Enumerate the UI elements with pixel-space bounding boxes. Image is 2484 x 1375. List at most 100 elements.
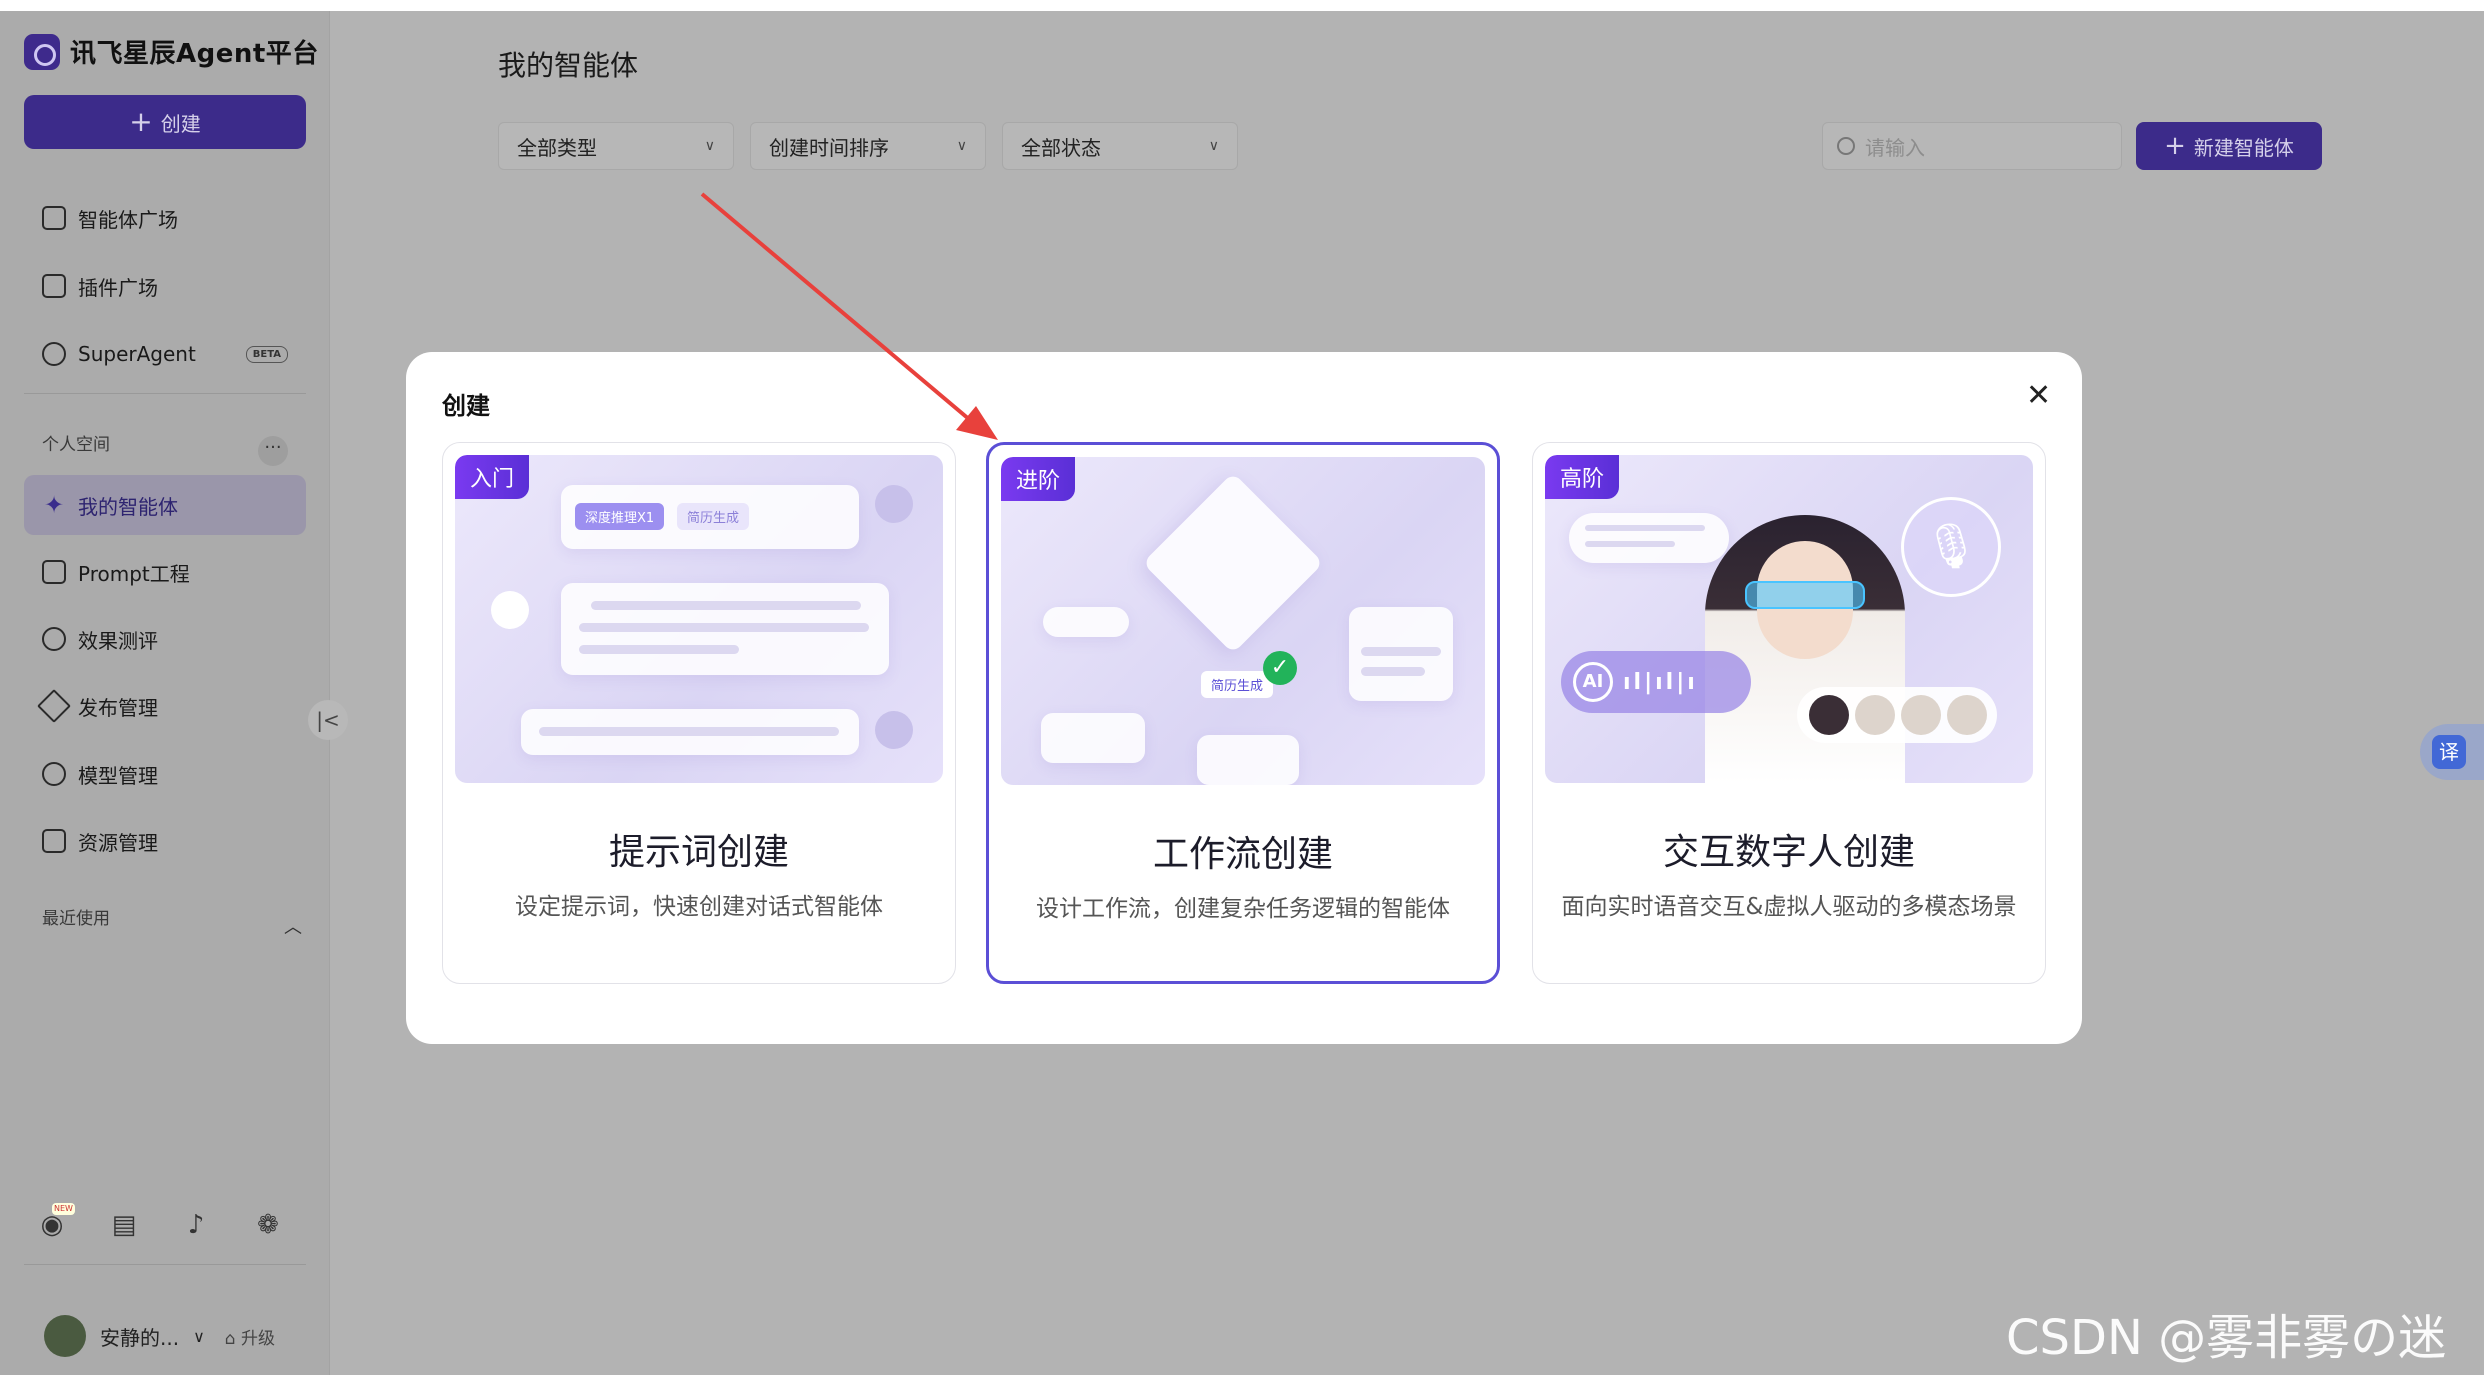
sidebar-item-prompt-engineering[interactable]: Prompt工程 [24, 542, 306, 602]
search-placeholder: 请输入 [1865, 135, 1925, 160]
chevron-down-icon: ∨ [956, 138, 967, 154]
avatar [44, 1315, 86, 1357]
chevron-down-icon: ∨ [1208, 138, 1219, 154]
send-icon [37, 689, 71, 723]
status-filter-value: 全部状态 [1021, 135, 1101, 160]
chip-row: 深度推理X1 简历生成 [561, 485, 859, 549]
card-description: 面向实时语音交互&虚拟人驱动的多模态场景 [1561, 894, 2017, 920]
sidebar-item-publish[interactable]: 发布管理 [24, 676, 306, 736]
sort-filter-select[interactable]: 创建时间排序 ∨ [750, 122, 986, 170]
workflow-create-card[interactable]: 简历生成 ✓ 进阶 工作流创建 设计工作流，创建复杂任务逻辑的智能体 [986, 442, 1500, 984]
new-badge: NEW [52, 1203, 75, 1215]
chevron-down-icon: ∨ [704, 138, 715, 154]
create-modal: 创建 ✕ 深度推理X1 简历生成 入门 提示词创建 设定提示词，快速创建对话式智… [406, 352, 2082, 1044]
browser-top-strip [0, 0, 2484, 11]
output-node [1349, 607, 1453, 701]
user-name: 安静的... [100, 1325, 180, 1350]
modal-title: 创建 [442, 392, 490, 420]
sidebar-item-resource-management[interactable]: 资源管理 [24, 811, 306, 871]
sidebar-item-superagent[interactable]: SuperAgent BETA [24, 324, 306, 384]
type-filter-value: 全部类型 [517, 135, 597, 160]
create-button[interactable]: + 创建 [24, 95, 306, 149]
evaluation-icon [42, 627, 66, 651]
sidebar-item-label: 智能体广场 [78, 207, 178, 232]
sidebar-item-label: SuperAgent [78, 342, 196, 366]
brand[interactable]: 讯飞星辰Agent平台 [24, 33, 319, 70]
card-title: 交互数字人创建 [1662, 832, 1915, 873]
ai-icon: AI [1573, 662, 1613, 702]
digital-human-create-card[interactable]: 🎙 AI ıl|ıl|ı 高阶 交互数字人创建 面向实时语音交互&虚拟人驱动的多… [1532, 442, 2046, 984]
user-profile[interactable]: 安静的... ∨ ⌂ 升级 [44, 1315, 275, 1357]
prompt-icon [42, 560, 66, 584]
model-icon [42, 762, 66, 786]
create-button-label: 创建 [160, 111, 201, 136]
prompt-create-illustration: 深度推理X1 简历生成 入门 [455, 455, 943, 783]
resume-node-label: 简历生成 [1201, 671, 1274, 698]
avatar [1901, 695, 1941, 735]
sidebar-item-label: 我的智能体 [78, 494, 178, 519]
sidebar-item-label: Prompt工程 [78, 561, 190, 586]
check-icon: ✓ [1263, 651, 1297, 685]
sidebar-divider [24, 393, 306, 394]
upgrade-link[interactable]: ⌂ 升级 [225, 1324, 275, 1349]
sparkle-icon: ✦ [43, 491, 65, 519]
status-filter-select[interactable]: 全部状态 ∨ [1002, 122, 1238, 170]
prompt-create-card[interactable]: 深度推理X1 简历生成 入门 提示词创建 设定提示词，快速创建对话式智能体 [442, 442, 956, 984]
bell-icon[interactable]: ♪ [180, 1209, 212, 1241]
watermark: CSDN @雾非雾の迷惘 [2006, 1310, 2447, 1366]
sidebar-item-label: 发布管理 [78, 695, 158, 720]
puzzle-icon [42, 274, 66, 298]
avatars-row [1797, 687, 1997, 743]
sidebar: 讯飞星辰Agent平台 + 创建 智能体广场 插件广场 SuperAgent B… [0, 11, 330, 1375]
new-agent-label: 新建智能体 [2193, 135, 2294, 160]
github-icon[interactable]: ◉ NEW [36, 1203, 75, 1241]
personal-space-label: 个人空间 [42, 435, 110, 455]
chat-bubble [1569, 513, 1729, 563]
sidebar-item-label: 插件广场 [78, 275, 158, 300]
translate-button[interactable]: 译 [2420, 724, 2484, 780]
sidebar-item-evaluation[interactable]: 效果测评 [24, 609, 306, 669]
sidebar-bottom-icons: ◉ NEW ▤ ♪ ❁ [36, 1203, 284, 1241]
sidebar-item-my-agents[interactable]: ✦ 我的智能体 [24, 475, 306, 535]
collapse-sidebar-button[interactable]: |< [308, 700, 348, 740]
ar-glasses [1745, 581, 1865, 609]
type-filter-select[interactable]: 全部类型 ∨ [498, 122, 734, 170]
plus-icon: + [2164, 131, 2186, 161]
input-node [1041, 713, 1145, 763]
sidebar-item-label: 资源管理 [78, 830, 158, 855]
sidebar-item-model-management[interactable]: 模型管理 [24, 744, 306, 804]
sort-filter-value: 创建时间排序 [769, 135, 889, 160]
level-badge: 入门 [455, 455, 530, 499]
chip-deep-reasoning: 深度推理X1 [575, 503, 665, 530]
upgrade-label: 升级 [241, 1328, 275, 1349]
digital-human-create-illustration: 🎙 AI ıl|ıl|ı 高阶 [1545, 455, 2033, 783]
sidebar-item-label: 效果测评 [78, 628, 158, 653]
chevron-up-icon[interactable]: ︿ [284, 913, 302, 939]
translate-icon: 译 [2432, 735, 2466, 769]
sidebar-item-plugin-square[interactable]: 插件广场 [24, 256, 306, 316]
sidebar-item-agent-square[interactable]: 智能体广场 [24, 188, 306, 248]
toggle-node [1043, 607, 1129, 637]
page-title: 我的智能体 [498, 49, 639, 82]
card-description: 设计工作流，创建复杂任务逻辑的智能体 [1036, 896, 1450, 922]
chevron-down-icon: ∨ [193, 1326, 205, 1346]
voice-wave-pill: AI ıl|ıl|ı [1561, 651, 1751, 713]
grid-icon [42, 206, 66, 230]
document-icon[interactable]: ▤ [108, 1209, 140, 1241]
close-icon[interactable]: ✕ [2026, 378, 2051, 413]
sidebar-item-label: 模型管理 [78, 763, 158, 788]
more-options-button[interactable]: ··· [258, 436, 288, 466]
plus-icon: + [129, 105, 153, 138]
avatar [1947, 695, 1987, 735]
wechat-icon[interactable]: ❁ [252, 1209, 284, 1241]
reply-bubble [561, 583, 889, 675]
beta-badge: BETA [245, 345, 289, 363]
input-bubble [521, 709, 859, 755]
sidebar-divider [24, 1264, 306, 1265]
avatar [1855, 695, 1895, 735]
recent-label: 最近使用 [42, 909, 110, 929]
resource-icon [42, 829, 66, 853]
search-input[interactable]: 请输入 [1822, 122, 2122, 170]
sound-wave-icon: ıl|ıl|ı [1623, 669, 1698, 695]
new-agent-button[interactable]: + 新建智能体 [2136, 122, 2322, 170]
